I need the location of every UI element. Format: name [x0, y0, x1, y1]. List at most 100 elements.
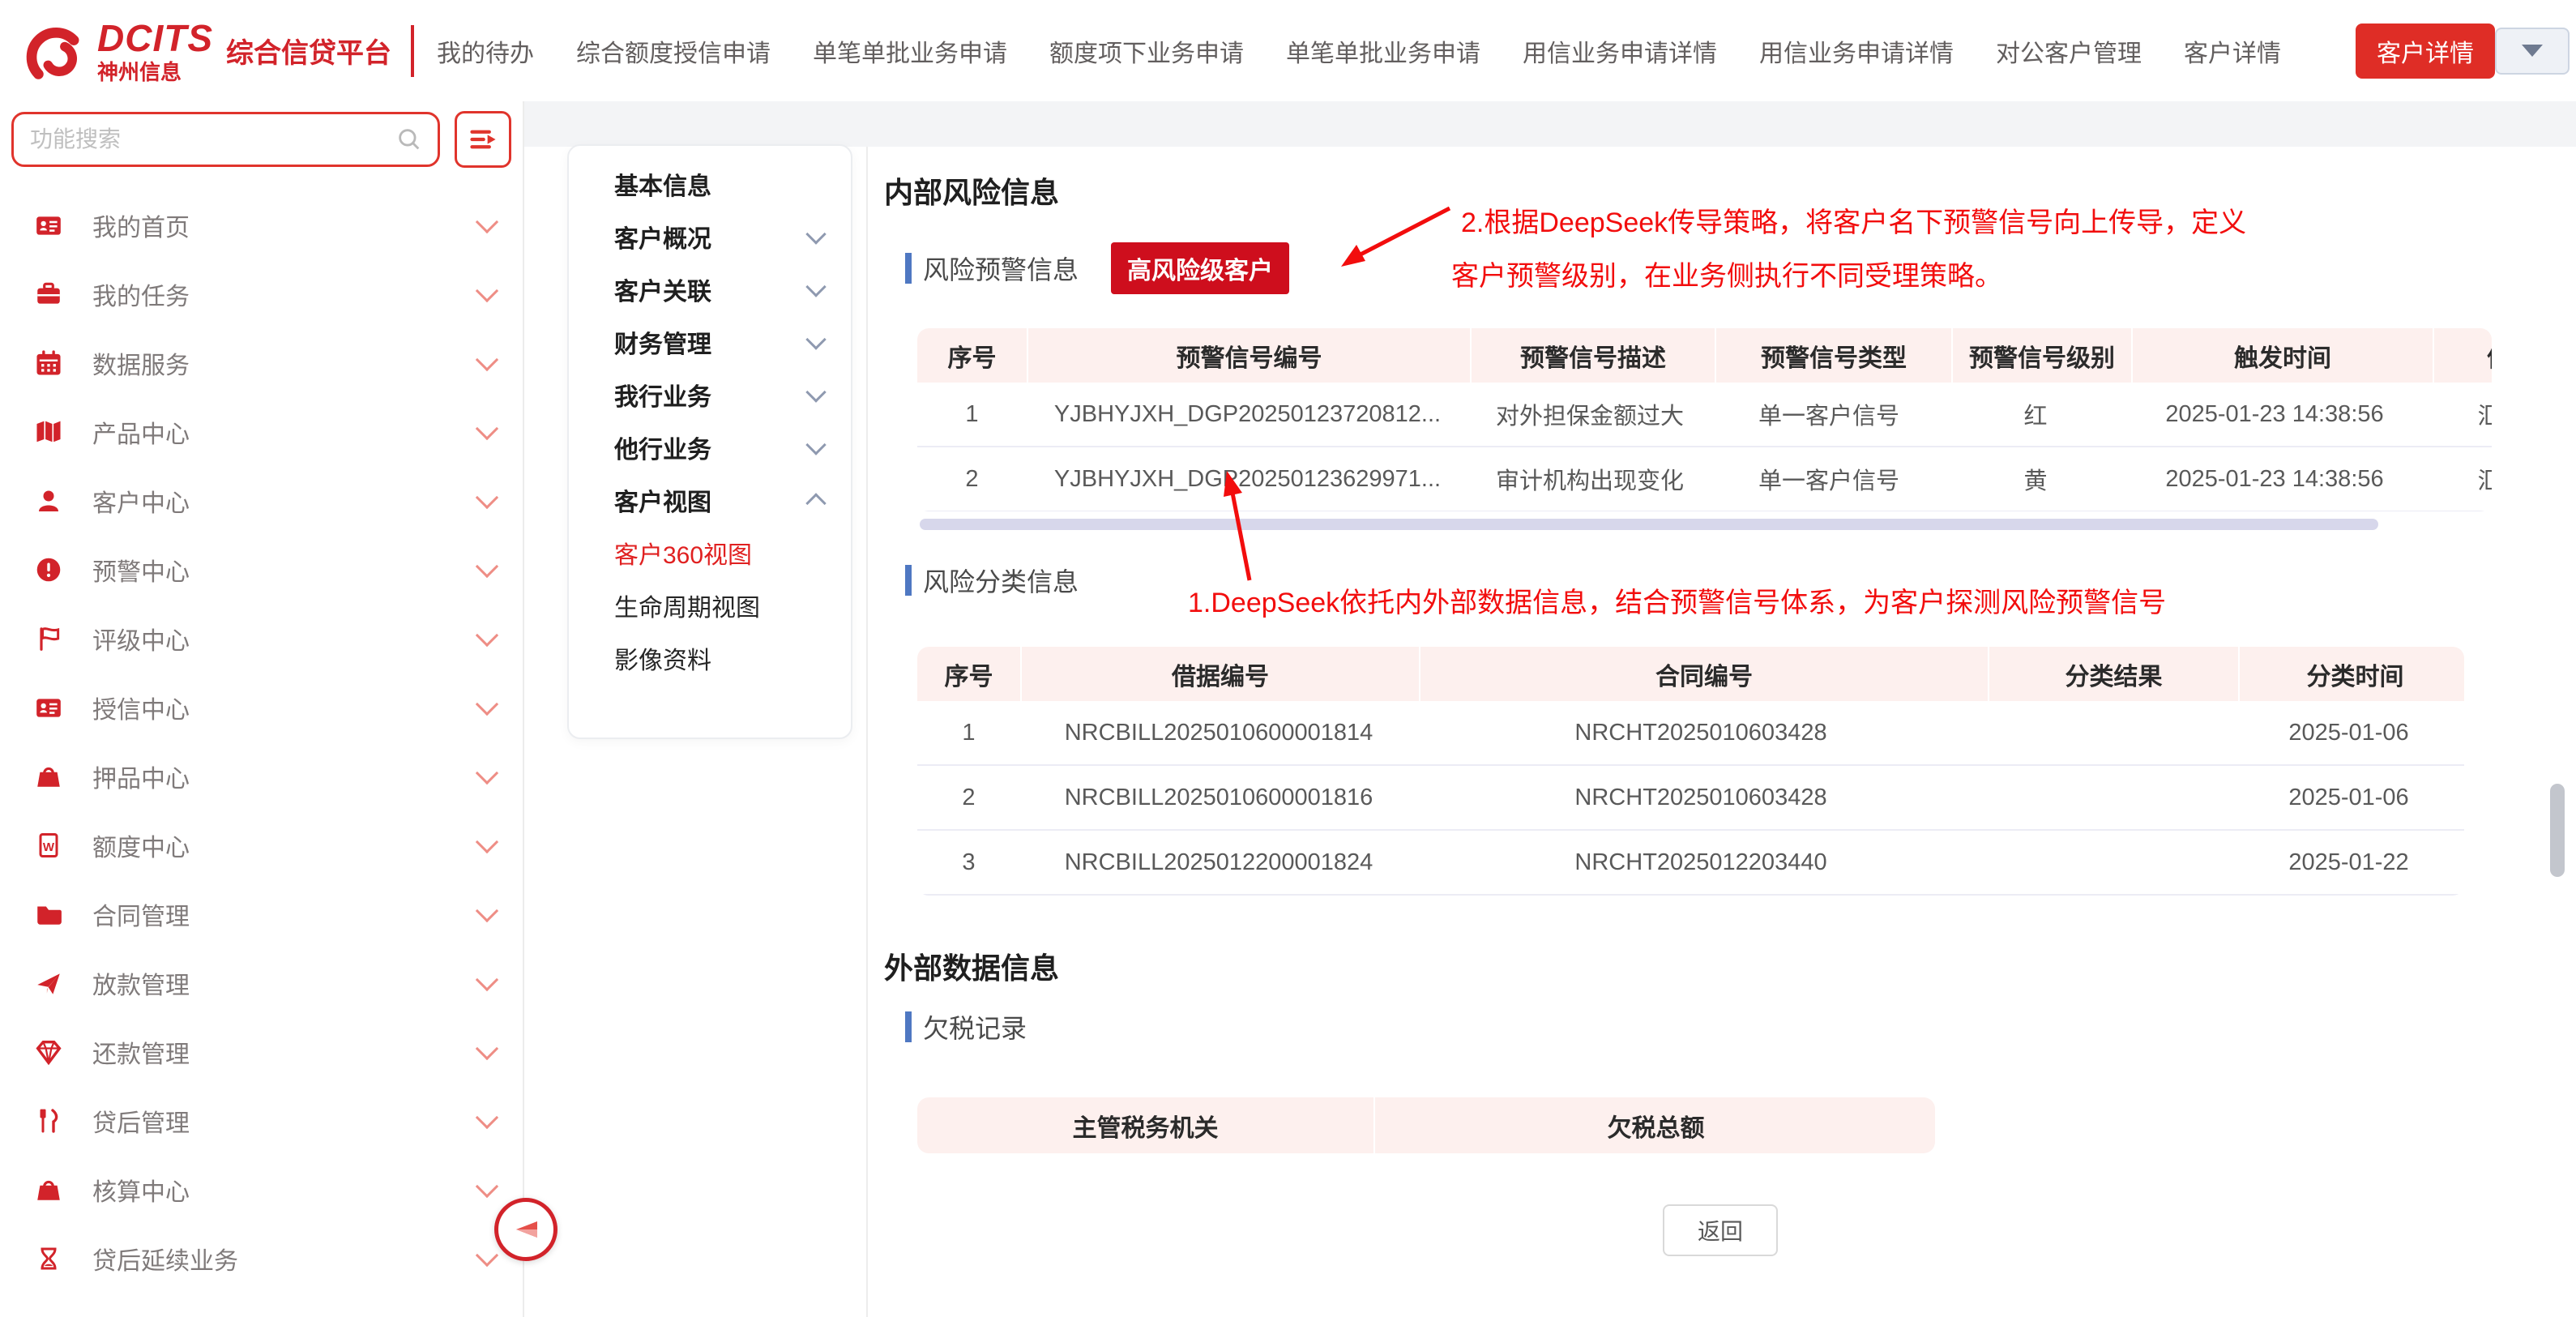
calendar-icon [31, 348, 66, 378]
header-right-tools: 0 [2495, 23, 2576, 79]
app-root: DCITS 神州信息 综合信贷平台 我的待办 综合额度授信申请 单笔单批业务申请… [0, 0, 2576, 1317]
nav-item-under-limit[interactable]: 额度项下业务申请 [1049, 33, 1244, 69]
submenu-customer-view[interactable]: 客户视图 [569, 473, 851, 526]
submenu-our-bank-business[interactable]: 我行业务 [569, 368, 851, 421]
blue-marker [905, 1011, 912, 1042]
nav-item-credit-apply[interactable]: 综合额度授信申请 [576, 33, 771, 69]
nav-item-my-todo[interactable]: 我的待办 [437, 33, 534, 69]
vertical-scrollbar[interactable] [2550, 784, 2565, 877]
nav-item-single-batch-2[interactable]: 单笔单批业务申请 [1286, 33, 1480, 69]
submenu-image-materials[interactable]: 影像资料 [569, 631, 851, 684]
nav-item-corp-customer-mgmt[interactable]: 对公客户管理 [1996, 33, 2142, 69]
blue-marker [905, 565, 912, 596]
sidebar-item-post-loan-continuation[interactable]: 贷后延续业务 [0, 1224, 523, 1293]
nav-item-single-batch-1[interactable]: 单笔单批业务申请 [813, 33, 1007, 69]
product-title: 综合信贷平台 [226, 31, 391, 71]
nav-item-customer-detail[interactable]: 客户详情 [2184, 33, 2281, 69]
customer-detail-submenu: 基本信息 客户概况 客户关联 财务管理 我行业务 他行业务 客户视图 客户360… [567, 144, 852, 739]
risk-classification-subheader: 风险分类信息 [905, 562, 1079, 599]
search-input[interactable] [28, 126, 395, 153]
tax-table-header-row: 主管税务机关 欠税总额 [917, 1097, 1935, 1153]
back-button[interactable]: 返回 [1663, 1204, 1778, 1256]
submenu-customer-overview[interactable]: 客户概况 [569, 210, 851, 263]
paper-plane-icon [31, 969, 66, 998]
sidebar-item-customer-center[interactable]: 客户中心 [0, 466, 523, 535]
chevron-down-icon [476, 485, 498, 508]
user-icon [31, 486, 66, 515]
submenu-finance-mgmt[interactable]: 财务管理 [569, 315, 851, 368]
sidebar-item-warning-center[interactable]: 预警中心 [0, 535, 523, 604]
chevron-down-icon [805, 224, 826, 244]
bag-icon [31, 761, 66, 792]
brand-subname: 神州信息 [97, 62, 213, 83]
chevron-down-icon [476, 1037, 498, 1059]
sidebar-item-my-tasks[interactable]: 我的任务 [0, 259, 523, 328]
warning-signal-table: 序号 预警信号编号 预警信号描述 预警信号类型 预警信号级别 触发时间 信 1 … [917, 328, 2492, 511]
sidebar-item-credit-center[interactable]: 授信中心 [0, 673, 523, 742]
chevron-down-icon [476, 692, 498, 715]
menu-toggle-button[interactable] [455, 111, 511, 168]
external-data-section-title: 外部数据信息 [884, 945, 1059, 987]
sidebar-item-product-center[interactable]: 产品中心 [0, 397, 523, 466]
collapse-arrow-icon [510, 1213, 542, 1246]
chevron-down-icon [805, 276, 826, 297]
dcits-swoosh-icon [15, 14, 89, 88]
chevron-down-icon [476, 1174, 498, 1197]
tax-arrears-table: 主管税务机关 欠税总额 [917, 1097, 1935, 1153]
chevron-down-icon [476, 968, 498, 990]
hamburger-menu-icon [468, 126, 498, 153]
sidebar-item-limit-center[interactable]: W 额度中心 [0, 810, 523, 879]
search-icon [395, 126, 423, 153]
classify-table-header-row: 序号 借据编号 合同编号 分类结果 分类时间 [917, 647, 2464, 701]
chevron-down-icon [476, 830, 498, 853]
alert-circle-icon [31, 555, 66, 584]
brand-logo: DCITS 神州信息 综合信贷平台 [0, 14, 437, 88]
logo-divider [411, 25, 414, 77]
warning-info-subheader: 风险预警信息 高风险级客户 [905, 242, 1289, 294]
sidebar-menu: 我的首页 我的任务 数据服务 产品 [0, 190, 523, 1293]
blue-marker [905, 253, 912, 284]
sidebar-item-post-loan-mgmt[interactable]: 贷后管理 [0, 1086, 523, 1155]
sidebar-item-accounting-center[interactable]: 核算中心 [0, 1155, 523, 1224]
brand-name: DCITS [97, 19, 213, 57]
svg-text:W: W [43, 840, 55, 854]
sidebar-item-my-home[interactable]: 我的首页 [0, 190, 523, 259]
sidebar-item-repayment-mgmt[interactable]: 还款管理 [0, 1017, 523, 1086]
horizontal-scrollbar[interactable] [920, 519, 2378, 530]
sidebar-item-data-services[interactable]: 数据服务 [0, 328, 523, 397]
briefcase-icon [31, 280, 66, 309]
map-icon [31, 417, 66, 447]
subheader-strip [524, 101, 2576, 147]
chevron-down-icon [476, 1105, 498, 1128]
sidebar-item-contract-mgmt[interactable]: 合同管理 [0, 879, 523, 948]
tab-customer-detail-active[interactable]: 客户详情 [2356, 24, 2495, 79]
annotation-arrow-1 [1199, 463, 1272, 584]
submenu-basic-info[interactable]: 基本信息 [569, 157, 851, 210]
chevron-down-icon [476, 279, 498, 301]
function-search-box [11, 112, 440, 167]
classify-table-row: 3 NRCBILL2025012200001824 NRCHT202501220… [917, 831, 2464, 896]
chevron-up-icon [805, 493, 826, 513]
chevron-down-icon [476, 348, 498, 370]
sidebar-item-collateral-center[interactable]: 押品中心 [0, 742, 523, 810]
bag-icon [31, 1174, 66, 1205]
sidebar-item-disbursement-mgmt[interactable]: 放款管理 [0, 948, 523, 1017]
folder-icon [31, 900, 66, 929]
sidebar-collapse-button[interactable] [494, 1198, 557, 1261]
high-risk-customer-badge: 高风险级客户 [1111, 242, 1289, 294]
tax-arrears-subheader: 欠税记录 [905, 1008, 1027, 1045]
submenu-customer-360-view[interactable]: 客户360视图 [569, 526, 851, 579]
submenu-lifecycle-view[interactable]: 生命周期视图 [569, 579, 851, 631]
submenu-customer-relations[interactable]: 客户关联 [569, 263, 851, 315]
idcard-icon [31, 211, 66, 240]
annotation-2-line1: 2.根据DeepSeek传导策略，将客户名下预警信号向上传导，定义 [1461, 200, 2246, 240]
nav-item-loan-detail-1[interactable]: 用信业务申请详情 [1523, 33, 1717, 69]
annotation-1: 1.DeepSeek依托内外部数据信息，结合预警信号体系，为客户探测风险预警信号 [1188, 580, 2166, 620]
submenu-other-bank-business[interactable]: 他行业务 [569, 421, 851, 473]
chevron-down-icon [2522, 45, 2543, 57]
internal-risk-section-title: 内部风险信息 [884, 169, 1059, 212]
nav-item-loan-detail-2[interactable]: 用信业务申请详情 [1759, 33, 1954, 69]
sidebar-item-rating-center[interactable]: 评级中心 [0, 604, 523, 673]
annotation-arrow-2 [1328, 194, 1466, 283]
tabs-dropdown-button[interactable] [2495, 28, 2570, 75]
